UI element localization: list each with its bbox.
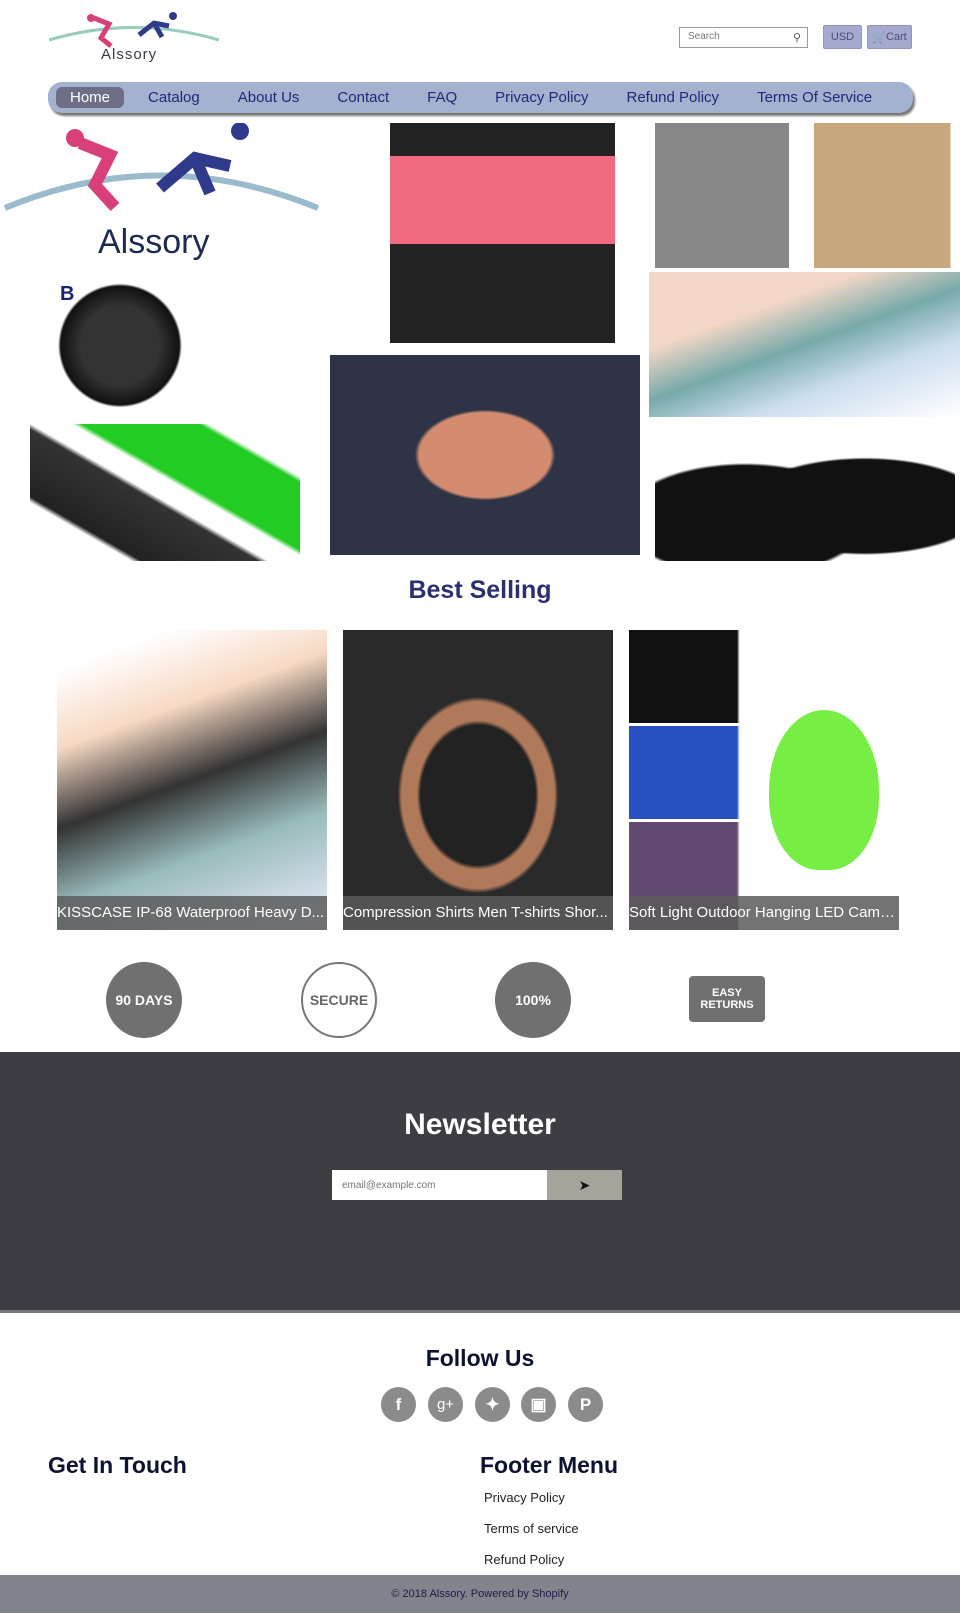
- facebook-icon[interactable]: f: [381, 1387, 416, 1422]
- nav-contact[interactable]: Contact: [323, 87, 403, 108]
- product-title[interactable]: Compression Shirts Men T-shirts Shor...: [343, 896, 613, 930]
- twitter-icon[interactable]: ✦: [475, 1387, 510, 1422]
- search-input[interactable]: Search ⚲: [679, 27, 808, 48]
- product-card[interactable]: KISSCASE IP-68 Waterproof Heavy D...: [57, 630, 327, 930]
- newsletter-submit-button[interactable]: ➤: [547, 1170, 622, 1200]
- hero-logo-image[interactable]: Alssory: [0, 123, 321, 273]
- nav-catalog[interactable]: Catalog: [134, 87, 214, 108]
- product-title[interactable]: Soft Light Outdoor Hanging LED Camp...: [629, 896, 899, 930]
- instagram-icon[interactable]: ▣: [521, 1387, 556, 1422]
- footer-link-refund-policy[interactable]: Refund Policy: [484, 1552, 564, 1567]
- hero-waterproof-case-image[interactable]: [649, 272, 960, 417]
- product-card[interactable]: Soft Light Outdoor Hanging LED Camp...: [629, 630, 899, 930]
- satisfaction-badge-icon: 100%: [495, 962, 571, 1038]
- nav-terms-of-service[interactable]: Terms Of Service: [743, 87, 886, 108]
- hero-gloves-image[interactable]: [655, 424, 955, 561]
- pinterest-icon[interactable]: P: [568, 1387, 603, 1422]
- hero-firestarter-image[interactable]: [30, 424, 300, 561]
- cart-label: Cart: [885, 31, 907, 43]
- best-selling-title: Best Selling: [408, 576, 552, 604]
- secure-ordering-badge-icon: SECURE: [301, 962, 377, 1038]
- arrow-right-icon: ➤: [578, 1176, 591, 1193]
- hero-logo-text: Alssory: [98, 223, 210, 261]
- cart-button[interactable]: 🛒 Cart: [867, 25, 912, 49]
- search-placeholder: Search: [688, 31, 720, 42]
- newsletter-section: Newsletter ➤: [0, 1052, 960, 1313]
- easy-returns-truck-icon: EASY RETURNS: [689, 976, 765, 1022]
- hero-kinesiology-tape-image[interactable]: [330, 355, 640, 555]
- led-bulb-image: [769, 710, 879, 870]
- logo-text: Alssory: [101, 46, 158, 63]
- hero-overlay-text: B: [60, 283, 75, 305]
- logo[interactable]: Alssory: [48, 10, 224, 68]
- newsletter-title: Newsletter: [404, 1108, 556, 1141]
- copyright-bar: © 2018 Alssory. Powered by Shopify: [0, 1575, 960, 1613]
- logo-runners-icon: [48, 12, 220, 48]
- nav-faq[interactable]: FAQ: [413, 87, 471, 108]
- main-nav: Home Catalog About Us Contact FAQ Privac…: [48, 82, 913, 113]
- search-icon[interactable]: ⚲: [793, 31, 801, 44]
- money-back-badge-icon: 90 DAYS: [106, 962, 182, 1038]
- product-title[interactable]: KISSCASE IP-68 Waterproof Heavy D...: [57, 896, 327, 930]
- hero-watch-image[interactable]: B: [30, 273, 230, 418]
- follow-us-title: Follow Us: [425, 1345, 535, 1371]
- newsletter-email-input[interactable]: [332, 1170, 547, 1200]
- nav-privacy-policy[interactable]: Privacy Policy: [481, 87, 602, 108]
- nav-about-us[interactable]: About Us: [224, 87, 314, 108]
- cart-icon: 🛒: [872, 31, 886, 44]
- currency-button[interactable]: USD: [823, 25, 862, 49]
- footer-link-terms-of-service[interactable]: Terms of service: [484, 1521, 579, 1536]
- footer-menu-title: Footer Menu: [480, 1452, 618, 1478]
- hero-phone-pouch-image[interactable]: [649, 123, 960, 268]
- footer-link-privacy-policy[interactable]: Privacy Policy: [484, 1490, 565, 1505]
- product-card[interactable]: Compression Shirts Men T-shirts Shor...: [343, 630, 613, 930]
- hero-waist-trainer-image[interactable]: [390, 123, 615, 343]
- get-in-touch-title: Get In Touch: [48, 1452, 187, 1478]
- nav-home[interactable]: Home: [56, 87, 125, 108]
- nav-refund-policy[interactable]: Refund Policy: [613, 87, 734, 108]
- google-plus-icon[interactable]: g+: [428, 1387, 463, 1422]
